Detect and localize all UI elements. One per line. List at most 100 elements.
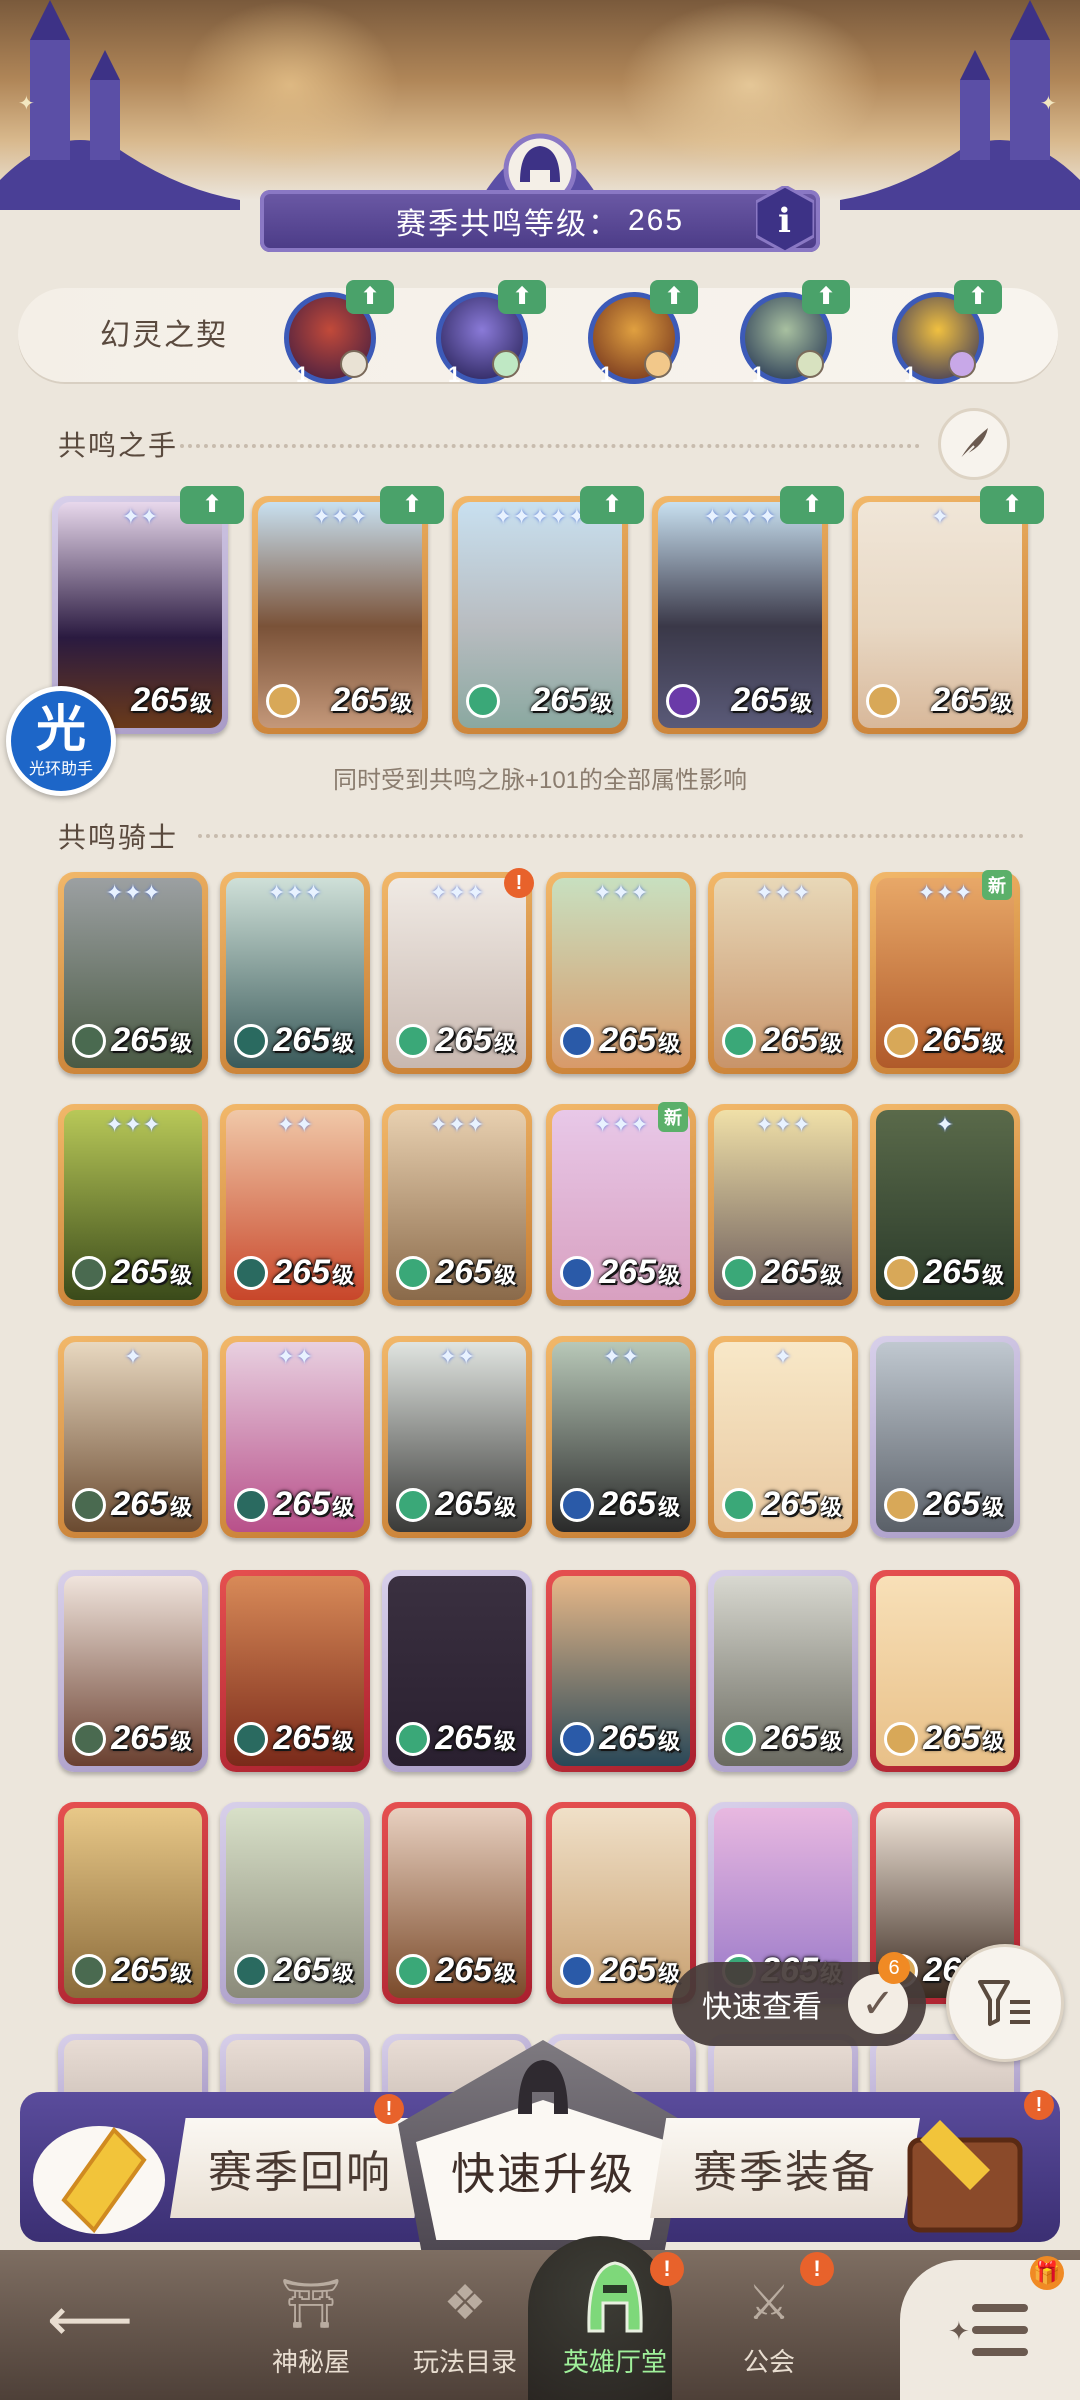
pact-slot[interactable]: 1 ⬆ bbox=[732, 280, 850, 394]
pact-slot[interactable]: 1 ⬆ bbox=[276, 280, 394, 394]
knight-card[interactable]: ✦✦✦ 265级 bbox=[708, 872, 858, 1074]
action-bar: 赛季回响 ! 快速升级 赛季装备 ! bbox=[0, 2040, 1080, 2250]
svg-text:i: i bbox=[778, 201, 791, 241]
card-level: 265级 bbox=[761, 1021, 842, 1059]
card-level: 265级 bbox=[273, 1021, 354, 1059]
card-level: 265级 bbox=[111, 1253, 192, 1291]
knight-card[interactable]: ✦ 265级 bbox=[58, 1336, 208, 1538]
upgrade-arrow-icon[interactable]: ⬆ bbox=[802, 280, 850, 314]
nav-item-mystery-house[interactable]: ⛩ 神秘屋 bbox=[236, 2264, 386, 2384]
hand-card[interactable]: ✦✦✦✦✦ 265级 bbox=[452, 496, 628, 734]
star-rating: ✦✦✦ bbox=[755, 1112, 811, 1137]
upgrade-arrow-icon[interactable]: ⬆ bbox=[954, 280, 1002, 314]
knight-card[interactable]: ✦✦ 265级 bbox=[382, 1336, 532, 1538]
card-level: 265级 bbox=[599, 1253, 680, 1291]
card-level: 265级 bbox=[273, 1485, 354, 1523]
info-button[interactable]: i bbox=[756, 186, 814, 252]
pact-slot[interactable]: 1 ⬆ bbox=[884, 280, 1002, 394]
knight-card[interactable]: ✦✦✦ 265级 bbox=[546, 872, 696, 1074]
knight-card[interactable]: ✦✦ 265级 bbox=[546, 1336, 696, 1538]
knight-card[interactable]: ✦✦✦ 265级 bbox=[382, 1104, 532, 1306]
pact-slot[interactable]: 1 ⬆ bbox=[580, 280, 698, 394]
star-rating: ✦ bbox=[935, 1112, 955, 1137]
season-gear-alert-badge: ! bbox=[1024, 2090, 1054, 2120]
card-level: 265级 bbox=[435, 1485, 516, 1523]
castle-right-decoration: ✦ bbox=[840, 0, 1080, 210]
card-level: 265级 bbox=[273, 1719, 354, 1757]
knight-card[interactable]: 265级 bbox=[708, 1570, 858, 1772]
upgrade-arrow-icon[interactable]: ⬆ bbox=[980, 486, 1044, 524]
knight-card[interactable]: 265级 bbox=[870, 1570, 1020, 1772]
back-button[interactable]: ⟵ bbox=[40, 2280, 140, 2360]
knight-card[interactable]: 265级 bbox=[382, 1802, 532, 2004]
svg-text:✦: ✦ bbox=[1040, 93, 1057, 115]
knight-card[interactable]: ✦✦✦ 265级 bbox=[58, 1104, 208, 1306]
upgrade-arrow-icon[interactable]: ⬆ bbox=[380, 486, 444, 524]
knight-card[interactable]: ✦✦✦ 265级 bbox=[220, 872, 370, 1074]
card-level: 265级 bbox=[923, 1485, 1004, 1523]
quill-button[interactable] bbox=[938, 408, 1010, 480]
knight-card[interactable]: 265级 bbox=[546, 1802, 696, 2004]
star-rating: ✦✦ bbox=[276, 1344, 314, 1369]
knight-card[interactable]: ✦✦✦ 265级 bbox=[708, 1104, 858, 1306]
upgrade-arrow-icon[interactable]: ⬆ bbox=[780, 486, 844, 524]
svg-text:✦: ✦ bbox=[18, 93, 35, 115]
knight-card[interactable]: ✦✦✦ 265级 bbox=[870, 872, 1020, 1074]
element-icon bbox=[948, 350, 976, 378]
knight-card[interactable]: ✦ 265级 bbox=[870, 1104, 1020, 1306]
faction-icon bbox=[72, 1024, 106, 1058]
season-gear-button[interactable]: 赛季装备 bbox=[650, 2118, 920, 2218]
pact-slot-level: 1 bbox=[904, 362, 917, 387]
knight-card[interactable]: 265级 bbox=[220, 1802, 370, 2004]
hero-hall-alert-badge: ! bbox=[650, 2252, 684, 2286]
assistant-glyph: 光 bbox=[36, 701, 86, 757]
season-echo-button[interactable]: 赛季回响 bbox=[170, 2118, 430, 2218]
hand-card[interactable]: ✦✦✦ 265级 bbox=[252, 496, 428, 734]
hat-icon: ⛩ bbox=[280, 2277, 342, 2331]
quick-upgrade-label: 快速升级 bbox=[451, 2149, 635, 2200]
star-rating: ✦✦ bbox=[602, 1344, 640, 1369]
knight-card[interactable]: ✦✦ 265级 bbox=[220, 1104, 370, 1306]
knight-card[interactable]: ✦✦✦ 265级 bbox=[58, 872, 208, 1074]
season-resonance-label: 赛季共鸣等级： bbox=[395, 208, 620, 241]
filter-icon bbox=[978, 1980, 1030, 2026]
knight-card[interactable]: ✦✦✦ 265级 bbox=[382, 872, 532, 1074]
upgrade-arrow-icon[interactable]: ⬆ bbox=[180, 486, 244, 524]
hand-card[interactable]: ✦ 265级 bbox=[852, 496, 1028, 734]
nav-item-gameplay-catalog[interactable]: ❖ 玩法目录 bbox=[390, 2264, 540, 2384]
quick-upgrade-button[interactable]: 快速升级 bbox=[398, 2040, 688, 2250]
star-rating: ✦✦✦ bbox=[105, 1112, 161, 1137]
star-rating: ✦✦✦ bbox=[755, 880, 811, 905]
hand-card[interactable]: ✦✦✦✦ 265级 bbox=[652, 496, 828, 734]
quick-view-count: 6 bbox=[878, 1952, 910, 1984]
upgrade-arrow-icon[interactable]: ⬆ bbox=[580, 486, 644, 524]
card-level: 265级 bbox=[111, 1485, 192, 1523]
pact-slot[interactable]: 1 ⬆ bbox=[428, 280, 546, 394]
knight-alert-badge: ! bbox=[504, 868, 534, 898]
knight-card[interactable]: 265级 bbox=[220, 1570, 370, 1772]
knight-card[interactable]: ✦✦✦ 265级 bbox=[546, 1104, 696, 1306]
knight-card[interactable]: ✦✦ 265级 bbox=[220, 1336, 370, 1538]
knight-card[interactable]: 265级 bbox=[546, 1570, 696, 1772]
knight-card[interactable]: 265级 bbox=[58, 1802, 208, 2004]
helmet-icon bbox=[518, 2060, 568, 2114]
faction-icon bbox=[722, 1722, 756, 1756]
knight-card[interactable]: 265级 bbox=[58, 1570, 208, 1772]
faction-icon bbox=[560, 1722, 594, 1756]
card-level: 265级 bbox=[435, 1021, 516, 1059]
faction-icon bbox=[72, 1722, 106, 1756]
pact-slot-level: 1 bbox=[296, 362, 309, 387]
card-level: 265级 bbox=[273, 1951, 354, 1989]
star-rating: ✦✦✦ bbox=[105, 880, 161, 905]
knight-card[interactable]: 265级 bbox=[382, 1570, 532, 1772]
card-level: 265级 bbox=[599, 1021, 680, 1059]
upgrade-arrow-icon[interactable]: ⬆ bbox=[346, 280, 394, 314]
faction-icon bbox=[560, 1024, 594, 1058]
knight-card[interactable]: 265级 bbox=[870, 1336, 1020, 1538]
faction-icon bbox=[234, 1954, 268, 1988]
upgrade-arrow-icon[interactable]: ⬆ bbox=[650, 280, 698, 314]
quick-view-button[interactable]: 快速查看 ✓ 6 bbox=[672, 1952, 926, 2046]
knight-card[interactable]: ✦ 265级 bbox=[708, 1336, 858, 1538]
upgrade-arrow-icon[interactable]: ⬆ bbox=[498, 280, 546, 314]
castle-left-decoration: ✦ bbox=[0, 0, 240, 210]
